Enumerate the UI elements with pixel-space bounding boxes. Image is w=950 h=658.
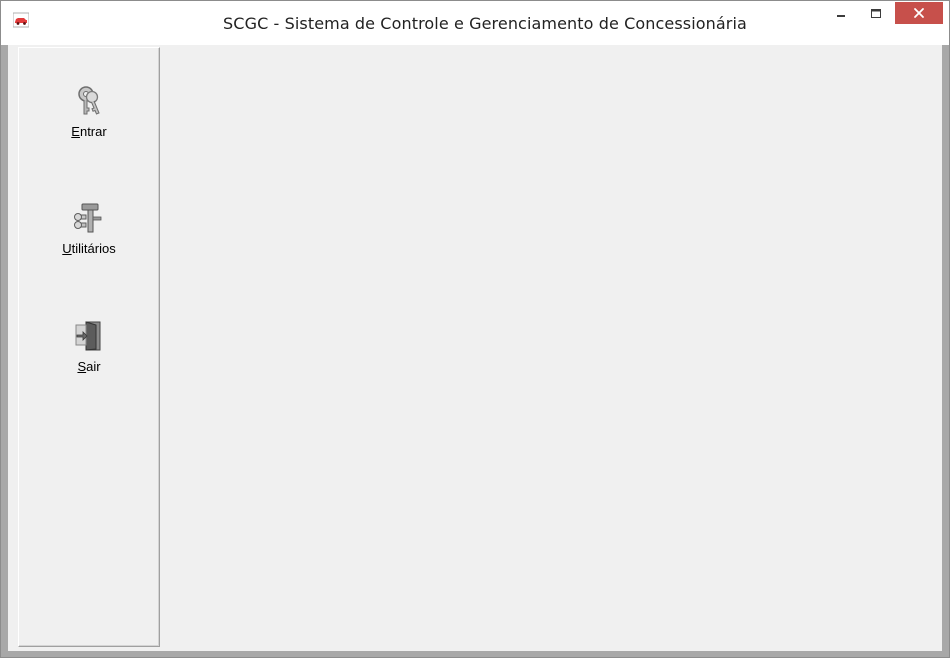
sidebar-toolbar: Entrar Utilitários Sair <box>18 47 160 647</box>
sidebar-item-utilitarios[interactable]: Utilitários <box>20 201 158 301</box>
app-window: SCGC - Sistema de Controle e Gerenciamen… <box>0 0 950 658</box>
sidebar-item-utilitarios-mnemonic: U <box>62 241 72 256</box>
sidebar-item-sair-mnemonic: S <box>77 359 87 374</box>
tools-icon <box>74 203 102 233</box>
minimize-button[interactable] <box>827 1 854 27</box>
sidebar-item-entrar-label: ntrar <box>79 124 107 139</box>
main-content-area <box>161 45 942 651</box>
sidebar-item-sair-label: air <box>86 359 101 374</box>
close-icon <box>914 8 924 18</box>
window-title: SCGC - Sistema de Controle e Gerenciamen… <box>223 14 747 33</box>
minimize-icon <box>836 15 845 17</box>
sidebar-item-sair[interactable]: Sair <box>20 319 158 419</box>
title-bar[interactable]: SCGC - Sistema de Controle e Gerenciamen… <box>1 1 949 45</box>
maximize-button[interactable] <box>862 1 889 27</box>
sidebar-item-entrar[interactable]: Entrar <box>20 84 158 184</box>
maximize-icon <box>870 9 881 18</box>
sidebar-item-utilitarios-label: tilitários <box>71 241 116 256</box>
close-button[interactable] <box>895 2 943 24</box>
exit-door-icon <box>75 321 101 351</box>
keys-icon <box>78 86 100 115</box>
client-area: Entrar Utilitários Sair <box>8 45 942 651</box>
sidebar-item-entrar-mnemonic: E <box>71 124 80 139</box>
